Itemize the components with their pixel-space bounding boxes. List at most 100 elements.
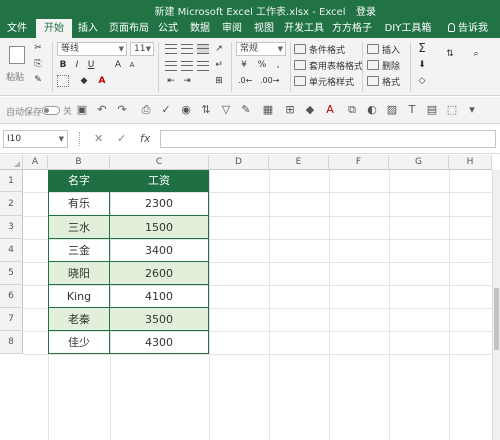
tab-developer[interactable]: 开发工具 xyxy=(282,19,326,38)
formula-input[interactable] xyxy=(160,130,496,148)
autosave-toggle[interactable] xyxy=(42,106,60,115)
table-cell-name[interactable]: 三金 xyxy=(48,239,110,262)
table-cell-name[interactable]: King xyxy=(48,285,110,308)
increase-decimal-icon[interactable]: .0← xyxy=(238,75,252,87)
currency-button[interactable]: ¥ xyxy=(238,59,250,71)
insert-function-button[interactable]: fx xyxy=(140,130,150,148)
row-header-5[interactable]: 5 xyxy=(0,262,23,285)
comma-button[interactable]: , xyxy=(272,59,284,71)
print-preview-icon[interactable]: ⎙ xyxy=(140,104,152,116)
login-link[interactable]: 登录 xyxy=(356,3,376,18)
conditional-format-icon[interactable] xyxy=(294,44,306,54)
worksheet-grid[interactable]: A B C D E F G H 1 2 3 4 5 6 7 8 名字 工资 有乐… xyxy=(0,155,492,440)
filter-icon[interactable]: ▽ xyxy=(220,104,232,116)
row-header-3[interactable]: 3 xyxy=(0,216,23,239)
copy-icon[interactable]: ⎘ xyxy=(32,58,44,70)
table-cell-name[interactable]: 晓阳 xyxy=(48,262,110,285)
conditional-format-button[interactable]: 条件格式 xyxy=(309,43,345,56)
decrease-decimal-icon[interactable]: .00→ xyxy=(260,75,279,87)
align-top-icon[interactable] xyxy=(165,44,177,54)
tab-page-layout[interactable]: 页面布局 xyxy=(108,19,150,38)
row-header-1[interactable]: 1 xyxy=(0,170,23,192)
percent-button[interactable]: % xyxy=(256,59,268,71)
font-shrink-icon[interactable]: A xyxy=(126,59,138,71)
table-cell-salary[interactable]: 4100 xyxy=(110,285,209,308)
align-center-icon[interactable] xyxy=(181,61,193,71)
find-select-icon[interactable]: ⌕ xyxy=(470,48,482,60)
tab-fangfang[interactable]: 方方格子 xyxy=(330,19,374,38)
arrange-icon[interactable]: ⧉ xyxy=(346,104,358,116)
row-header-4[interactable]: 4 xyxy=(0,239,23,262)
align-middle-icon[interactable] xyxy=(181,44,193,54)
wrap-text-icon[interactable]: ↵ xyxy=(213,59,225,71)
row-header-2[interactable]: 2 xyxy=(0,192,23,216)
tab-review[interactable]: 审阅 xyxy=(218,19,246,38)
tab-data[interactable]: 数据 xyxy=(186,19,214,38)
table-cell-salary[interactable]: 2600 xyxy=(110,262,209,285)
undo-icon[interactable]: ↶ xyxy=(96,104,108,116)
font-color-icon[interactable]: A xyxy=(324,104,336,116)
format-cells-button[interactable]: 格式 xyxy=(382,75,400,88)
column-header-e[interactable]: E xyxy=(269,155,329,170)
table-cell-salary[interactable]: 3500 xyxy=(110,308,209,331)
cell-style-button[interactable]: 单元格样式 xyxy=(309,75,354,88)
fill-color-icon[interactable]: ◆ xyxy=(304,104,316,116)
spell-check-icon[interactable]: ✓ xyxy=(160,104,172,116)
merge-icon[interactable]: ⊞ xyxy=(284,104,296,116)
row-header-8[interactable]: 8 xyxy=(0,331,23,354)
table-header-salary[interactable]: 工资 xyxy=(110,170,209,192)
delete-cells-button[interactable]: 删除 xyxy=(382,59,400,72)
table-cell-salary[interactable]: 4300 xyxy=(110,331,209,354)
column-header-f[interactable]: F xyxy=(329,155,389,170)
customize-icon[interactable]: ▾ xyxy=(466,104,478,116)
table-format-button[interactable]: 套用表格格式 xyxy=(309,59,363,72)
orientation-icon[interactable]: ↗ xyxy=(213,43,225,55)
merge-center-icon[interactable]: ⊞ xyxy=(213,75,225,87)
scrollbar-thumb[interactable] xyxy=(494,288,499,350)
autosum-icon[interactable]: Σ xyxy=(416,42,428,54)
align-left-icon[interactable] xyxy=(165,61,177,71)
table-format-icon[interactable] xyxy=(294,60,306,70)
vertical-scrollbar[interactable] xyxy=(492,170,500,440)
table-cell-name[interactable]: 三水 xyxy=(48,216,110,239)
font-grow-icon[interactable]: A xyxy=(112,59,124,71)
table-cell-salary[interactable]: 2300 xyxy=(110,192,209,216)
insert-cells-icon[interactable] xyxy=(367,44,379,54)
clear-icon[interactable]: ◇ xyxy=(416,75,428,87)
tab-view[interactable]: 视图 xyxy=(250,19,278,38)
save-icon[interactable]: ▣ xyxy=(76,104,88,116)
number-format-select[interactable]: 常规 ▼ xyxy=(236,42,286,56)
sort-filter-icon[interactable]: ⇅ xyxy=(444,48,456,60)
column-header-d[interactable]: D xyxy=(209,155,269,170)
table-cell-name[interactable]: 老秦 xyxy=(48,308,110,331)
shapes-icon[interactable]: ◐ xyxy=(366,104,378,116)
format-painter-icon[interactable]: ✎ xyxy=(32,74,44,86)
column-header-b[interactable]: B xyxy=(48,155,110,170)
sort-icon[interactable]: ⇅ xyxy=(200,104,212,116)
name-box[interactable]: I10 ▼ xyxy=(3,130,68,148)
picture-icon[interactable]: ▨ xyxy=(386,104,398,116)
format-cells-icon[interactable] xyxy=(367,76,379,86)
bold-button[interactable]: B xyxy=(57,59,69,71)
table-cell-name[interactable]: 佳少 xyxy=(48,331,110,354)
insert-cells-button[interactable]: 插入 xyxy=(382,43,400,56)
column-header-g[interactable]: G xyxy=(389,155,449,170)
underline-button[interactable]: U xyxy=(85,59,97,71)
align-bottom-icon[interactable] xyxy=(197,44,209,54)
select-icon[interactable]: ⬚ xyxy=(446,104,458,116)
table-cell-name[interactable]: 有乐 xyxy=(48,192,110,216)
decrease-indent-icon[interactable]: ⇤ xyxy=(165,75,177,87)
tell-me-search[interactable]: 告诉我 xyxy=(440,19,496,38)
borders-icon[interactable]: ▦ xyxy=(262,104,274,116)
cancel-button[interactable]: ✕ xyxy=(94,130,103,148)
increase-indent-icon[interactable]: ⇥ xyxy=(181,75,193,87)
borders-icon[interactable] xyxy=(57,75,69,87)
italic-button[interactable]: I xyxy=(71,59,83,71)
cell-style-icon[interactable] xyxy=(294,76,306,86)
row-header-7[interactable]: 7 xyxy=(0,308,23,331)
fill-color-icon[interactable]: ◆ xyxy=(78,75,90,87)
more-icon[interactable]: ▤ xyxy=(426,104,438,116)
tab-insert[interactable]: 插入 xyxy=(74,19,102,38)
cut-icon[interactable]: ✂ xyxy=(32,42,44,54)
confirm-button[interactable]: ✓ xyxy=(117,130,126,148)
